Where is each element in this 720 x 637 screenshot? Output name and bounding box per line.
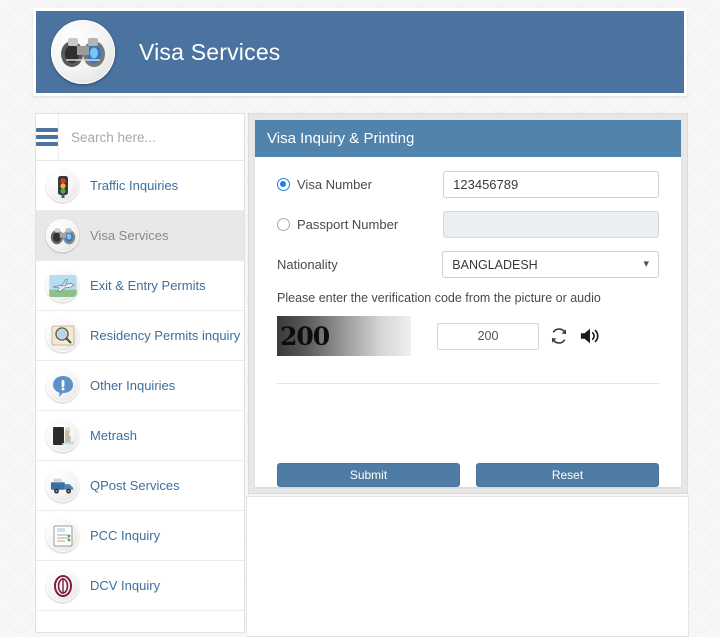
sidebar-item-label: Traffic Inquiries [90, 178, 179, 193]
passport-number-label: Passport Number [297, 217, 399, 232]
search-input[interactable] [59, 128, 244, 146]
reset-button[interactable]: Reset [476, 463, 659, 487]
page-header: Visa Services [33, 8, 687, 96]
form-divider [277, 383, 659, 384]
exclamation-bubble-icon [46, 369, 79, 402]
card-body: Visa Number Passport Number Nationality [255, 157, 681, 441]
hamburger-icon[interactable] [36, 114, 59, 160]
card-title: Visa Inquiry & Printing [255, 120, 681, 157]
sidebar-item-dcv-inquiry[interactable]: DCV Inquiry [36, 561, 244, 611]
passport-number-input[interactable] [443, 211, 659, 238]
sidebar-item-label: Metrash [90, 428, 137, 443]
captcha-row: 200 [277, 316, 659, 356]
airplane-icon [46, 269, 79, 302]
visa-number-label: Visa Number [297, 177, 372, 192]
app-page: Visa Services Traffic Inquiries [0, 0, 720, 637]
passport-number-radio-group[interactable]: Passport Number [277, 217, 443, 232]
sidebar-search-row [36, 114, 244, 161]
visa-number-radio-group[interactable]: Visa Number [277, 177, 443, 192]
passport-number-radio[interactable] [277, 218, 290, 231]
sidebar-item-exit-entry-permits[interactable]: Exit & Entry Permits [36, 261, 244, 311]
content-panel: Visa Inquiry & Printing Visa Number Pass… [248, 113, 688, 494]
visa-number-input[interactable] [443, 171, 659, 198]
nationality-select[interactable]: BANGLADESH ▾ [442, 251, 659, 278]
sidebar-item-qpost-services[interactable]: QPost Services [36, 461, 244, 511]
metrash-icon [46, 419, 79, 452]
captcha-input[interactable] [437, 322, 539, 350]
submit-button[interactable]: Submit [277, 463, 460, 487]
sidebar-item-other-inquiries[interactable]: Other Inquiries [36, 361, 244, 411]
captcha-image: 200 [277, 316, 411, 356]
sidebar-item-label: PCC Inquiry [90, 528, 161, 543]
visa-number-row: Visa Number [277, 171, 659, 198]
traffic-light-icon [46, 169, 79, 202]
binoculars-icon [46, 219, 79, 252]
sidebar-item-label: Exit & Entry Permits [90, 278, 206, 293]
binoculars-icon [51, 20, 115, 84]
chevron-down-icon: ▾ [643, 258, 649, 270]
delivery-truck-icon [46, 469, 79, 502]
refresh-icon[interactable] [549, 326, 569, 346]
sidebar-item-traffic-inquiries[interactable]: Traffic Inquiries [36, 161, 244, 211]
nationality-selected-value: BANGLADESH [452, 257, 538, 272]
sidebar-item-label: Residency Permits inquiry [90, 328, 241, 343]
verification-instruction: Please enter the verification code from … [277, 291, 601, 305]
sidebar-item-residency-permits-inquiry[interactable]: Residency Permits inquiry [36, 311, 244, 361]
page-title: Visa Services [139, 38, 281, 65]
magnifier-document-icon [46, 319, 79, 352]
visa-number-radio[interactable] [277, 178, 290, 191]
sidebar-item-metrash[interactable]: Metrash [36, 411, 244, 461]
action-buttons: Submit Reset [255, 441, 681, 487]
certificate-icon [46, 519, 79, 552]
sidebar: Traffic Inquiries Visa Services [35, 113, 245, 633]
dcv-logo-icon [46, 569, 79, 602]
sidebar-item-label: QPost Services [90, 478, 180, 493]
passport-number-row: Passport Number [277, 211, 659, 238]
captcha-text: 200 [280, 321, 330, 351]
sidebar-item-label: DCV Inquiry [90, 578, 161, 593]
sidebar-item-pcc-inquiry[interactable]: PCC Inquiry [36, 511, 244, 561]
sidebar-item-visa-services[interactable]: Visa Services [36, 211, 244, 261]
sidebar-item-label: Visa Services [90, 228, 169, 243]
header-bar: Visa Services [36, 11, 684, 93]
results-area [246, 496, 689, 637]
nationality-row: Nationality BANGLADESH ▾ [277, 251, 659, 278]
speaker-icon[interactable] [579, 326, 601, 346]
visa-inquiry-card: Visa Inquiry & Printing Visa Number Pass… [255, 120, 681, 487]
sidebar-item-label: Other Inquiries [90, 378, 176, 393]
nationality-label: Nationality [277, 257, 338, 272]
